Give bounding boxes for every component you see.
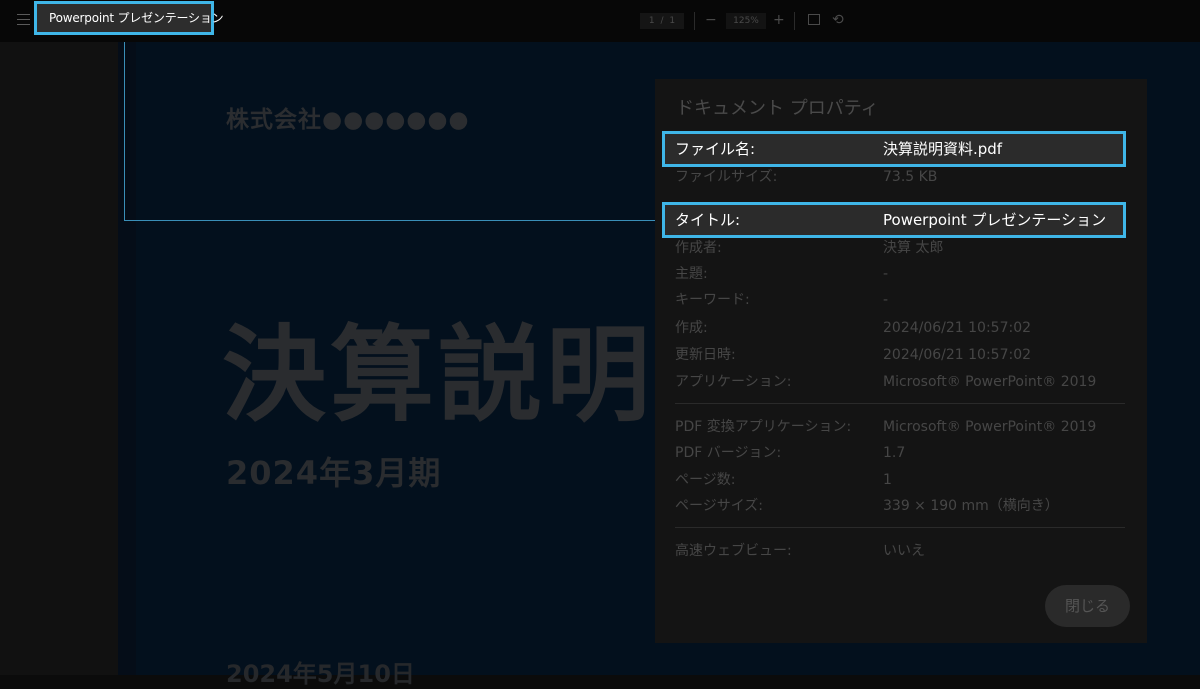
document-title: Powerpoint プレゼンテーション (34, 1, 224, 35)
property-label: 更新日時: (675, 347, 736, 363)
toolbar-divider (794, 12, 795, 30)
property-value: 1.7 (883, 445, 906, 461)
property-label: 作成者: (675, 240, 722, 256)
menu-icon[interactable] (17, 14, 30, 26)
property-value: 1 (883, 472, 892, 488)
property-label: PDF バージョン: (675, 445, 782, 461)
property-value: 決算 太郎 (883, 240, 944, 256)
property-label: アプリケーション: (675, 374, 792, 390)
property-created: 作成: 2024/06/21 10:57:02 (665, 315, 1125, 341)
property-value: 決算説明資料.pdf (883, 140, 1003, 158)
dialog-divider (675, 403, 1125, 404)
property-value: - (883, 266, 889, 282)
property-label: 主題: (675, 266, 708, 282)
dialog-title: ドキュメント プロパティ (676, 98, 879, 119)
page-total: 1 (669, 16, 676, 26)
dialog-divider (675, 527, 1125, 528)
zoom-in-button[interactable]: + (773, 11, 785, 29)
property-label: 作成: (675, 320, 708, 336)
property-subject: 主題: - (665, 261, 1125, 287)
property-value: Powerpoint プレゼンテーション (883, 211, 1107, 229)
connector-line (124, 42, 125, 220)
zoom-out-button[interactable]: − (705, 11, 717, 29)
property-title: タイトル: Powerpoint プレゼンテーション (662, 202, 1126, 238)
slide-subtitle: 2024年3月期 (226, 454, 442, 492)
property-label: キーワード: (675, 292, 750, 308)
property-value: 339 × 190 mm（横向き） (883, 498, 1059, 514)
close-button[interactable]: 閉じる (1045, 585, 1130, 627)
property-fast-web-view: 高速ウェブビュー: いいえ (665, 538, 1125, 564)
property-keywords: キーワード: - (665, 287, 1125, 313)
property-modified: 更新日時: 2024/06/21 10:57:02 (665, 342, 1125, 368)
property-value: 2024/06/21 10:57:02 (883, 347, 1032, 363)
property-value: 73.5 KB (883, 169, 938, 185)
property-author: 作成者: 決算 太郎 (665, 235, 1125, 261)
connector-line (124, 220, 664, 221)
property-value: いいえ (883, 543, 925, 559)
property-value: Microsoft® PowerPoint® 2019 (883, 374, 1097, 390)
property-filesize: ファイルサイズ: 73.5 KB (665, 164, 1125, 190)
slide-title: 決算説明 (222, 314, 655, 436)
property-label: 高速ウェブビュー: (675, 543, 792, 559)
toolbar-divider (694, 12, 695, 30)
property-page-size: ページサイズ: 339 × 190 mm（横向き） (665, 493, 1125, 519)
property-value: Microsoft® PowerPoint® 2019 (883, 419, 1097, 435)
slide-company: 株式会社●●●●●●● (226, 107, 470, 133)
property-label: ファイル名: (675, 140, 756, 158)
property-label: タイトル: (675, 211, 741, 229)
property-label: PDF 変換アプリケーション: (675, 419, 852, 435)
property-filename: ファイル名: 決算説明資料.pdf (662, 131, 1126, 167)
slide-date: 2024年5月10日 (226, 660, 415, 688)
property-label: ファイルサイズ: (675, 169, 778, 185)
page-current[interactable]: 1 (649, 16, 655, 26)
property-pdf-producer: PDF 変換アプリケーション: Microsoft® PowerPoint® 2… (665, 414, 1125, 440)
zoom-level[interactable]: 125% (726, 13, 766, 29)
property-pdf-version: PDF バージョン: 1.7 (665, 440, 1125, 466)
property-label: ページサイズ: (675, 498, 764, 514)
property-label: ページ数: (675, 472, 736, 488)
property-value: 2024/06/21 10:57:02 (883, 320, 1032, 336)
page-separator: / (660, 16, 664, 26)
property-application: アプリケーション: Microsoft® PowerPoint® 2019 (665, 369, 1125, 395)
property-value: - (883, 292, 889, 308)
fit-page-icon[interactable] (808, 14, 820, 25)
page-indicator[interactable]: 1 / 1 (640, 13, 684, 29)
sidebar-gutter (0, 42, 118, 675)
property-page-count: ページ数: 1 (665, 467, 1125, 493)
toolbar: Powerpoint プレゼンテーション 1 / 1 − 125% + ⟲ (0, 0, 1200, 42)
rotate-icon[interactable]: ⟲ (832, 12, 844, 28)
